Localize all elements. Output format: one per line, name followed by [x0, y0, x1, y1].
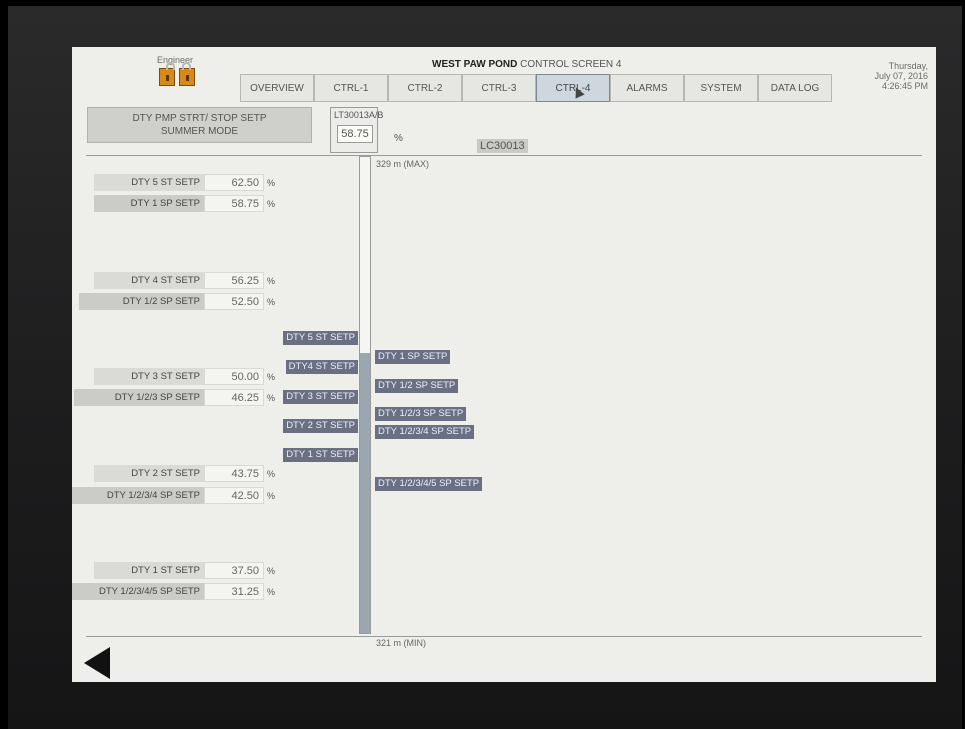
time-label: 4:26:45 PM: [881, 81, 928, 91]
tab-ctrl-2[interactable]: CTRL-2: [388, 74, 462, 102]
start-setpoint-marker: DTY4 ST SETP: [285, 360, 358, 374]
setpoint-label: DTY 1/2 SP SETP: [79, 293, 204, 310]
tab-alarms[interactable]: ALARMS: [610, 74, 684, 102]
stop-setpoint-marker: DTY 1/2/3 SP SETP: [375, 407, 467, 421]
tab-ctrl-3[interactable]: CTRL-3: [462, 74, 536, 102]
setpoint-unit: %: [267, 178, 276, 188]
day-label: Thursday,: [888, 61, 928, 71]
closed-padlock-icon[interactable]: [179, 62, 195, 86]
mode-title: DTY PMP STRT/ STOP SETP: [132, 113, 267, 124]
tab-overview[interactable]: OVERVIEW: [240, 74, 314, 102]
setpoint-value[interactable]: 58.75: [204, 195, 264, 212]
date-label: July 07, 2016: [874, 71, 928, 81]
stop-setpoint-marker: DTY 1 SP SETP: [375, 350, 451, 364]
level-bar: [359, 156, 371, 634]
stop-setpoint-marker: DTY 1/2/3/4/5 SP SETP: [375, 477, 483, 491]
setpoint-unit: %: [267, 491, 276, 501]
level-value[interactable]: 58.75: [337, 125, 373, 143]
back-arrow-icon[interactable]: [84, 647, 110, 679]
lock-shackle: [166, 62, 175, 70]
setpoint-label: DTY 3 ST SETP: [94, 368, 204, 385]
open-padlock-icon[interactable]: [159, 62, 175, 86]
level-controller-tag: LC30013: [477, 139, 528, 153]
setpoint-unit: %: [267, 393, 276, 403]
title-rest: CONTROL SCREEN 4: [517, 59, 622, 70]
start-setpoint-marker: DTY 1 ST SETP: [283, 448, 358, 462]
level-transmitter-box: LT30013A/B 58.75: [330, 107, 383, 153]
level-unit: %: [394, 133, 403, 144]
setpoint-value[interactable]: 42.50: [204, 487, 264, 504]
setpoint-unit: %: [267, 297, 276, 307]
max-level-label: 329 m (MAX): [376, 159, 430, 169]
stop-setpoint-marker: DTY 1/2/3/4 SP SETP: [375, 425, 475, 439]
setpoint-label: DTY 2 ST SETP: [94, 465, 204, 482]
mode-box: DTY PMP STRT/ STOP SETP SUMMER MODE: [87, 107, 312, 143]
level-tag: LT30013A/B: [334, 110, 384, 120]
setpoint-value[interactable]: 37.50: [204, 562, 264, 579]
setpoint-value[interactable]: 56.25: [204, 272, 264, 289]
tab-data-log[interactable]: DATA LOG: [758, 74, 832, 102]
setpoint-label: DTY 1 SP SETP: [94, 195, 204, 212]
min-level-label: 321 m (MIN): [376, 638, 427, 648]
setpoint-value[interactable]: 46.25: [204, 389, 264, 406]
setpoint-unit: %: [267, 566, 276, 576]
setpoint-value[interactable]: 52.50: [204, 293, 264, 310]
keyhole: [186, 75, 189, 81]
title-bold: WEST PAW POND: [432, 59, 518, 70]
monitor-bezel: Engineer WEST PAW POND CONTROL SCREEN 4 …: [8, 6, 962, 729]
setpoint-label: DTY 1/2/3 SP SETP: [74, 389, 204, 406]
setpoint-unit: %: [267, 276, 276, 286]
tab-system[interactable]: SYSTEM: [684, 74, 758, 102]
divider-top: [86, 155, 922, 156]
setpoint-label: DTY 5 ST SETP: [94, 174, 204, 191]
screen-title: WEST PAW POND CONTROL SCREEN 4: [432, 59, 621, 70]
divider-bottom: [86, 636, 922, 637]
setpoint-label: DTY 1 ST SETP: [94, 562, 204, 579]
hmi-screen: Engineer WEST PAW POND CONTROL SCREEN 4 …: [72, 47, 936, 682]
start-setpoint-marker: DTY 3 ST SETP: [283, 390, 358, 404]
stop-setpoint-marker: DTY 1/2 SP SETP: [375, 379, 459, 393]
setpoint-value[interactable]: 43.75: [204, 465, 264, 482]
setpoint-unit: %: [267, 199, 276, 209]
tab-ctrl-1[interactable]: CTRL-1: [314, 74, 388, 102]
setpoint-label: DTY 4 ST SETP: [94, 272, 204, 289]
start-setpoint-marker: DTY 2 ST SETP: [283, 419, 358, 433]
setpoint-value[interactable]: 31.25: [204, 583, 264, 600]
lock-shackle: [182, 62, 191, 70]
mode-subtitle: SUMMER MODE: [160, 126, 239, 137]
setpoint-label: DTY 1/2/3/4 SP SETP: [72, 487, 204, 504]
date-time: Thursday, July 07, 2016 4:26:45 PM: [874, 61, 928, 91]
setpoint-unit: %: [267, 469, 276, 479]
keyhole: [166, 75, 169, 81]
level-bar-fill: [360, 353, 370, 633]
setpoint-unit: %: [267, 587, 276, 597]
setpoint-unit: %: [267, 372, 276, 382]
start-setpoint-marker: DTY 5 ST SETP: [283, 331, 358, 345]
setpoint-value[interactable]: 62.50: [204, 174, 264, 191]
setpoint-value[interactable]: 50.00: [204, 368, 264, 385]
setpoint-label: DTY 1/2/3/4/5 SP SETP: [72, 583, 204, 600]
